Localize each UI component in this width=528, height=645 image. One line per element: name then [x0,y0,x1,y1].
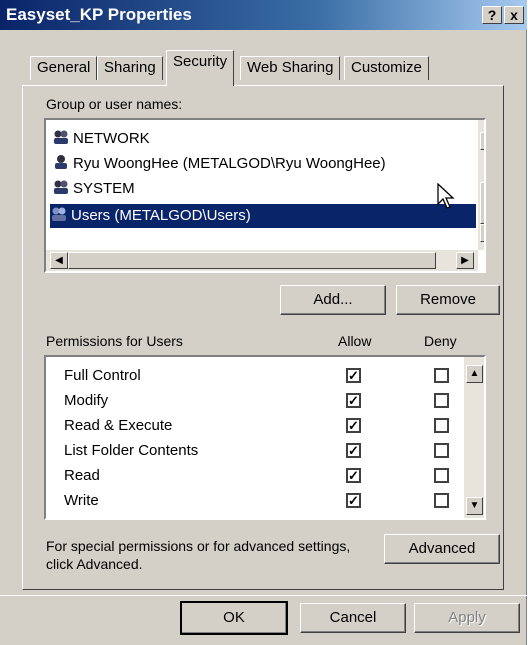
close-button[interactable]: x [504,6,524,24]
list-item-system[interactable]: SYSTEM [52,177,472,201]
user-list-scroll-thumb[interactable] [480,182,484,224]
deny-checkbox[interactable] [434,418,449,433]
footer-divider [0,595,527,596]
ok-button[interactable]: OK [180,601,288,635]
tab-customize[interactable]: Customize [344,56,429,80]
permission-row-full-control: Full Control ✓ [64,364,464,388]
allow-checkbox[interactable]: ✓ [346,418,361,433]
scroll-down-icon[interactable]: ▼ [480,224,484,242]
permissions-listbox[interactable]: Full Control ✓ Modify ✓ Read & Execute ✓… [44,355,486,520]
properties-window: Easyset_KP Properties ? x General Sharin… [0,0,527,645]
help-button[interactable]: ? [482,6,502,24]
deny-checkbox[interactable] [434,493,449,508]
allow-column-header: Allow [338,333,372,349]
permission-row-read-execute: Read & Execute ✓ [64,414,464,438]
permission-row-read: Read ✓ [64,464,464,488]
scroll-up-icon[interactable]: ▲ [466,365,483,383]
group-or-user-names-label: Group or user names: [46,96,183,112]
list-item-users-selected[interactable]: Users (METALGOD\Users) [50,204,476,228]
cancel-button[interactable]: Cancel [300,603,406,633]
remove-button[interactable]: Remove [396,285,500,315]
tab-general[interactable]: General [30,56,98,80]
tab-sharing[interactable]: Sharing [97,56,163,80]
add-button[interactable]: Add... [280,285,386,315]
deny-checkbox[interactable] [434,393,449,408]
deny-checkbox[interactable] [434,368,449,383]
user-list-hscroll-thumb[interactable] [68,252,436,269]
scroll-up-icon[interactable]: ▲ [480,132,484,150]
title-bar[interactable]: Easyset_KP Properties ? x [0,0,527,30]
allow-checkbox[interactable]: ✓ [346,468,361,483]
special-permissions-text: For special permissions or for advanced … [46,538,351,554]
advanced-button[interactable]: Advanced [384,534,500,564]
list-item-network[interactable]: NETWORK [52,127,472,151]
allow-checkbox[interactable]: ✓ [346,393,361,408]
allow-checkbox[interactable]: ✓ [346,443,361,458]
deny-checkbox[interactable] [434,443,449,458]
group-icon [52,207,66,221]
group-icon [54,180,68,194]
window-title: Easyset_KP Properties [6,5,192,24]
click-advanced-text: click Advanced. [46,556,143,572]
user-listbox[interactable]: NETWORK Ryu WoongHee (METALGOD\Ryu Woong… [44,118,486,273]
permission-row-write: Write ✓ [64,489,464,513]
allow-checkbox[interactable]: ✓ [346,493,361,508]
apply-button[interactable]: Apply [414,603,520,633]
permissions-label: Permissions for Users [46,333,183,349]
deny-checkbox[interactable] [434,468,449,483]
tab-web-sharing[interactable]: Web Sharing [240,56,341,80]
scroll-right-icon[interactable]: ▶ [456,252,474,269]
allow-checkbox[interactable]: ✓ [346,368,361,383]
scroll-down-icon[interactable]: ▼ [466,497,483,515]
permission-row-modify: Modify ✓ [64,389,464,413]
list-item-ryu-woonghee[interactable]: Ryu WoongHee (METALGOD\Ryu WoongHee) [52,152,472,176]
group-icon [54,130,68,144]
user-icon [55,155,67,169]
scroll-left-icon[interactable]: ◀ [50,252,68,269]
deny-column-header: Deny [424,333,457,349]
permission-row-list-folder-contents: List Folder Contents ✓ [64,439,464,463]
tab-security[interactable]: Security [166,50,235,86]
mouse-cursor-icon [437,183,455,209]
